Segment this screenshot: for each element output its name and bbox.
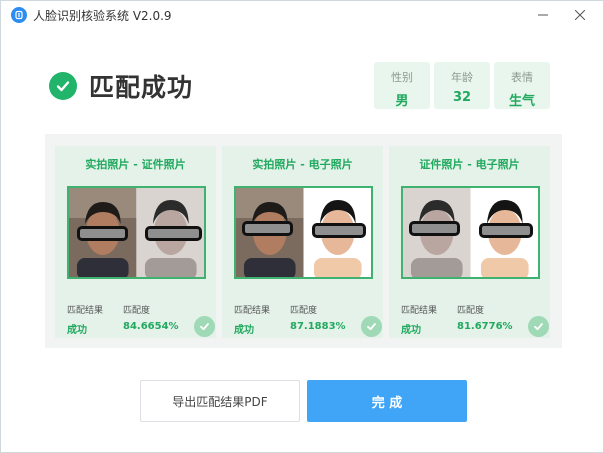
- match-panel: 实拍照片 - 证件照片 匹配结果 匹配度 成功 84.6654% 实拍照片 - …: [45, 134, 562, 348]
- app-window: 人脸识别核验系统 V2.0.9 匹配成功 性别 男 年龄 32 表情 生气 实拍…: [0, 0, 604, 453]
- match-result-value: 成功: [234, 325, 254, 336]
- face-redaction: [242, 221, 293, 236]
- match-result-label: 匹配结果: [234, 306, 271, 316]
- attribute-gender: 性别 男: [374, 62, 430, 109]
- match-card-title: 实拍照片 - 电子照片: [252, 158, 353, 171]
- attribute-expression: 表情 生气: [494, 62, 550, 109]
- close-button[interactable]: [570, 5, 590, 25]
- face-redaction: [409, 221, 460, 236]
- match-result-label: 匹配结果: [67, 306, 104, 316]
- photo-pair: [67, 186, 206, 279]
- match-card: 实拍照片 - 电子照片 匹配结果 匹配度 成功 87.1883%: [222, 146, 383, 338]
- similarity-value: 87.1883%: [290, 321, 346, 332]
- export-pdf-button[interactable]: 导出匹配结果PDF: [140, 380, 300, 422]
- match-result-value: 成功: [401, 325, 421, 336]
- similarity-value: 84.6654%: [123, 321, 179, 332]
- check-badge-icon: [528, 316, 549, 337]
- minimize-icon: [538, 14, 548, 16]
- photo-pair: [401, 186, 540, 279]
- attribute-value: 男: [395, 94, 409, 109]
- attribute-label: 性别: [391, 71, 413, 84]
- attribute-age: 年龄 32: [434, 62, 490, 109]
- face-redaction: [77, 226, 128, 241]
- attribute-value: 生气: [508, 94, 535, 109]
- window-title: 人脸识别核验系统 V2.0.9: [33, 9, 172, 23]
- photo-pair: [234, 186, 373, 279]
- check-badge-icon: [361, 316, 382, 337]
- face-redaction: [312, 223, 366, 238]
- match-card-title: 证件照片 - 电子照片: [419, 158, 520, 171]
- similarity-value: 81.6776%: [457, 321, 513, 332]
- attribute-label: 年龄: [451, 71, 473, 84]
- match-card-title: 实拍照片 - 证件照片: [85, 158, 186, 171]
- app-logo-icon: [11, 7, 27, 23]
- face-redaction: [479, 223, 533, 238]
- similarity-label: 匹配度: [123, 306, 151, 316]
- attribute-value: 32: [452, 90, 472, 105]
- face-redaction: [145, 226, 202, 241]
- check-circle-icon: [49, 72, 77, 100]
- match-result-label: 匹配结果: [401, 306, 438, 316]
- close-icon: [575, 10, 585, 20]
- similarity-label: 匹配度: [457, 306, 485, 316]
- match-card: 实拍照片 - 证件照片 匹配结果 匹配度 成功 84.6654%: [55, 146, 216, 338]
- check-badge-icon: [194, 316, 215, 337]
- attribute-label: 表情: [511, 71, 533, 84]
- match-result-title: 匹配成功: [89, 73, 194, 102]
- title-bar: 人脸识别核验系统 V2.0.9: [1, 1, 603, 29]
- done-button[interactable]: 完 成: [307, 380, 467, 422]
- match-card: 证件照片 - 电子照片 匹配结果 匹配度 成功 81.6776%: [389, 146, 550, 338]
- match-result-value: 成功: [67, 325, 87, 336]
- minimize-button[interactable]: [533, 5, 553, 25]
- similarity-label: 匹配度: [290, 306, 318, 316]
